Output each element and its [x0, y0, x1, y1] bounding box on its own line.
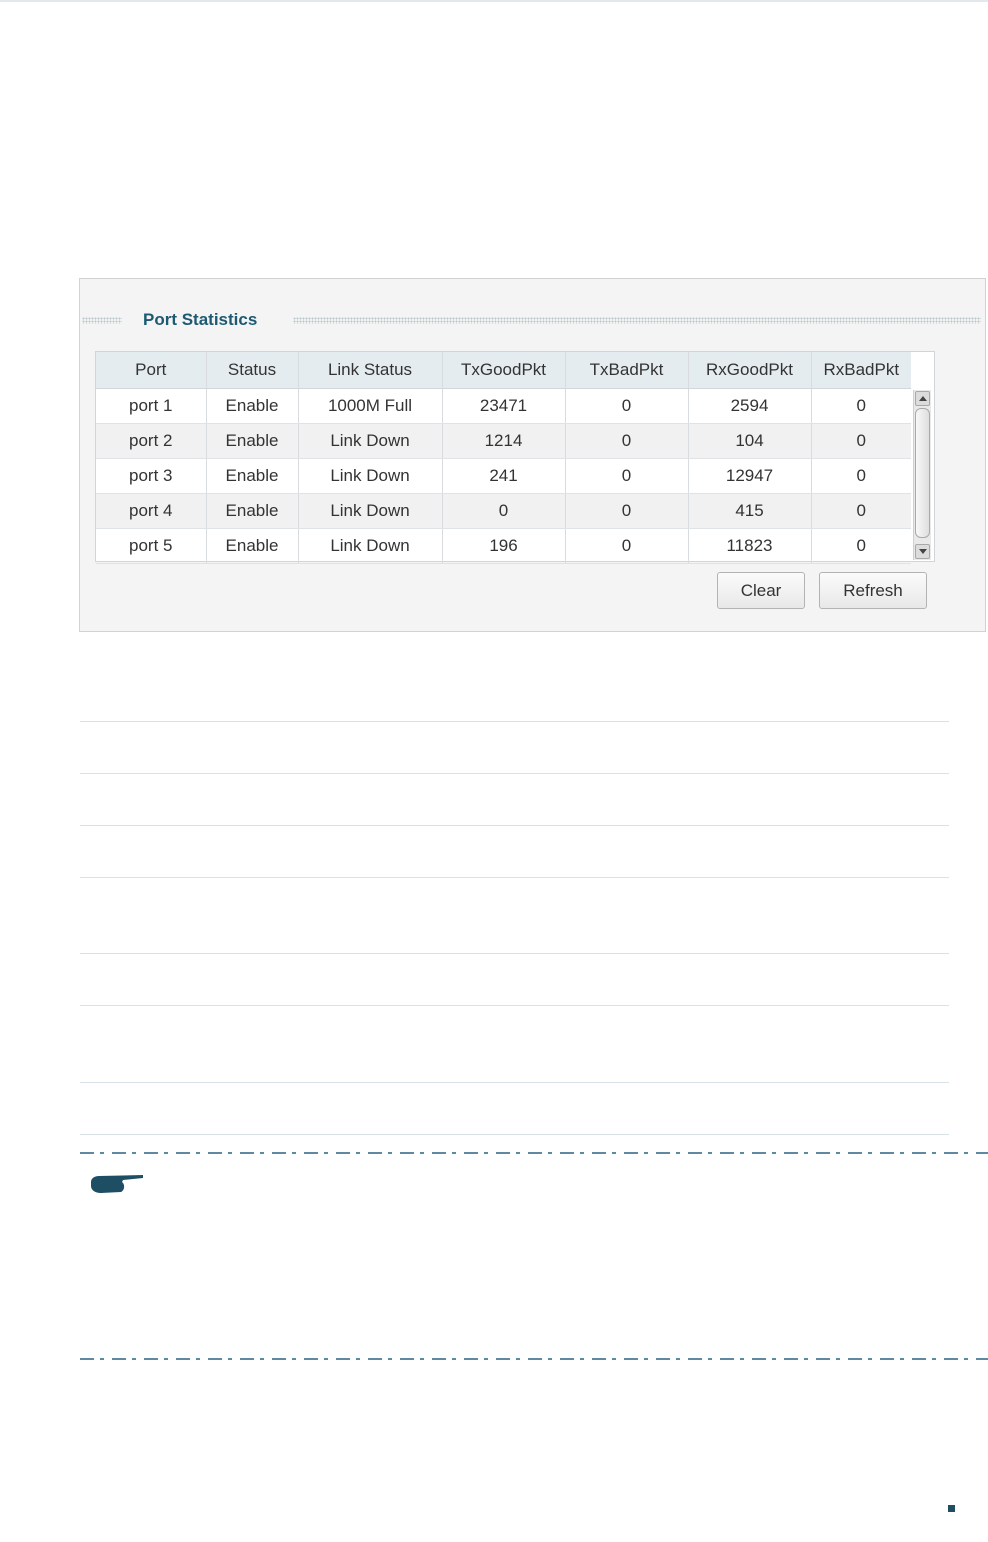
table-row[interactable]: port 1 Enable 1000M Full 23471 0 2594 0 [96, 388, 911, 424]
cell-rxbadpkt: 0 [811, 458, 911, 494]
cell-rxgoodpkt: 415 [688, 493, 812, 529]
cell-link-status: Link Down [298, 528, 443, 564]
column-header-rxbadpkt[interactable]: RxBadPkt [811, 352, 911, 389]
cell-port: port 2 [96, 423, 207, 459]
panel-title: Port Statistics [143, 310, 258, 329]
column-header-link-status[interactable]: Link Status [298, 352, 443, 389]
cell-status: Enable [206, 493, 299, 529]
cell-link-status: Link Down [298, 423, 443, 459]
description-row-divider [80, 1134, 949, 1135]
cell-rxbadpkt: 0 [811, 423, 911, 459]
table-row[interactable]: port 5 Enable Link Down 196 0 11823 0 [96, 528, 911, 564]
cell-txbadpkt: 0 [565, 423, 689, 459]
cell-link-status: 1000M Full [298, 388, 443, 424]
cell-link-status: Link Down [298, 493, 443, 529]
panel-title-row: Port Statistics [80, 309, 985, 331]
table-row[interactable]: port 2 Enable Link Down 1214 0 104 0 [96, 423, 911, 459]
cell-rxbadpkt: 0 [811, 493, 911, 529]
column-header-txbadpkt[interactable]: TxBadPkt [565, 352, 689, 389]
refresh-button[interactable]: Refresh [819, 572, 927, 609]
note-bottom-border [80, 1358, 988, 1360]
description-row-divider [80, 1005, 949, 1006]
note-top-border [80, 1152, 988, 1154]
cell-link-status: Link Down [298, 458, 443, 494]
description-row-divider [80, 773, 949, 774]
cell-rxgoodpkt: 11823 [688, 528, 812, 564]
cell-status: Enable [206, 458, 299, 494]
cell-rxgoodpkt: 12947 [688, 458, 812, 494]
cell-status: Enable [206, 388, 299, 424]
table-row[interactable]: port 4 Enable Link Down 0 0 415 0 [96, 493, 911, 529]
title-dots-left [82, 317, 122, 324]
title-dots-right [293, 317, 981, 324]
cell-txgoodpkt: 241 [442, 458, 566, 494]
cell-status: Enable [206, 528, 299, 564]
cell-port: port 4 [96, 493, 207, 529]
description-row-divider [80, 825, 949, 826]
cell-port: port 5 [96, 528, 207, 564]
cell-txgoodpkt: 196 [442, 528, 566, 564]
page-marker [948, 1505, 955, 1512]
column-header-port[interactable]: Port [96, 352, 207, 389]
port-stats-table-container: Port Status Link Status TxGoodPkt TxBadP… [95, 351, 935, 564]
cell-port: port 3 [96, 458, 207, 494]
table-header-row: Port Status Link Status TxGoodPkt TxBadP… [96, 352, 911, 389]
arrow-up-icon[interactable] [915, 391, 930, 406]
cell-rxbadpkt: 0 [811, 388, 911, 424]
column-header-status[interactable]: Status [206, 352, 299, 389]
cell-txgoodpkt: 0 [442, 493, 566, 529]
cell-txbadpkt: 0 [565, 388, 689, 424]
cell-txgoodpkt: 1214 [442, 423, 566, 459]
cell-rxgoodpkt: 2594 [688, 388, 812, 424]
cell-port: port 1 [96, 388, 207, 424]
arrow-down-icon[interactable] [915, 544, 930, 559]
table-scrollbar[interactable] [913, 390, 931, 560]
description-row-divider [80, 877, 949, 878]
pointing-hand-icon [91, 1175, 143, 1193]
cell-txbadpkt: 0 [565, 458, 689, 494]
top-rule [0, 0, 988, 2]
cell-rxbadpkt: 0 [811, 528, 911, 564]
description-row-divider [80, 953, 949, 954]
cell-txbadpkt: 0 [565, 493, 689, 529]
clear-button[interactable]: Clear [717, 572, 805, 609]
port-stats-table: Port Status Link Status TxGoodPkt TxBadP… [96, 352, 911, 564]
description-row-divider [80, 1082, 949, 1083]
cell-txgoodpkt: 23471 [442, 388, 566, 424]
table-row[interactable]: port 3 Enable Link Down 241 0 12947 0 [96, 458, 911, 494]
column-header-rxgoodpkt[interactable]: RxGoodPkt [688, 352, 812, 389]
cell-status: Enable [206, 423, 299, 459]
column-header-txgoodpkt[interactable]: TxGoodPkt [442, 352, 566, 389]
description-row-divider [80, 721, 949, 722]
scrollbar-thumb[interactable] [915, 408, 930, 538]
cell-rxgoodpkt: 104 [688, 423, 812, 459]
cell-txbadpkt: 0 [565, 528, 689, 564]
port-statistics-panel: Port Statistics Port Status Link Status … [79, 278, 986, 632]
